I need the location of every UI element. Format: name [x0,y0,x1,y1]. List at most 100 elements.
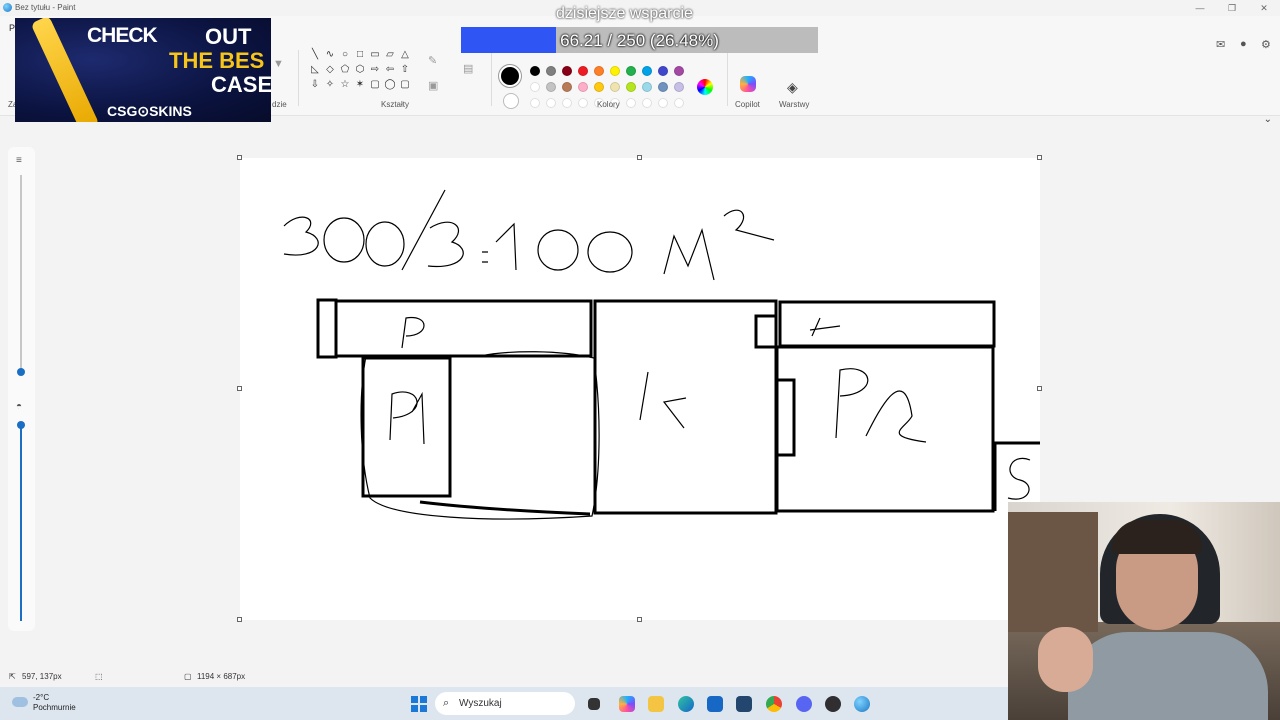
four-point-star-shape-icon[interactable]: ✧ [323,78,337,92]
palette-swatch[interactable] [594,66,604,76]
resize-handle-top-right[interactable] [1037,155,1042,160]
rounded-rectangle-shape-icon[interactable]: ▭ [368,48,382,62]
edge-icon[interactable] [678,696,694,712]
palette-swatch[interactable] [530,66,540,76]
taskbar-search[interactable]: ⌕ Wyszukaj [435,692,575,715]
start-button-icon[interactable] [411,696,427,712]
palette-swatch[interactable] [578,82,588,92]
donation-progress-text: 66.21 / 250 (26.48%) [560,31,719,50]
ribbon-separator [727,50,728,106]
palette-swatch[interactable] [658,98,668,108]
five-point-star-shape-icon[interactable]: ☆ [338,78,352,92]
resize-handle-bottom-left[interactable] [237,617,242,622]
resize-handle-top[interactable] [637,155,642,160]
callout-cloud-shape-icon[interactable]: ▢ [398,78,412,92]
file-explorer-icon[interactable] [648,696,664,712]
group-label-shapes: Kształty [381,100,410,109]
copilot-icon[interactable] [740,76,756,92]
palette-swatch[interactable] [610,66,620,76]
palette-swatch[interactable] [530,98,540,108]
diamond-shape-icon[interactable]: ◇ [323,63,337,77]
fill-bucket-icon[interactable]: ▼ [273,58,284,70]
palette-swatch[interactable] [674,82,684,92]
line-shape-icon[interactable]: ╲ [308,48,322,62]
chrome-icon[interactable] [766,696,782,712]
callout-oval-shape-icon[interactable]: ◯ [383,78,397,92]
room-p1-rect [361,356,452,498]
resize-handle-left[interactable] [237,386,242,391]
feedback-icon[interactable]: ✉ [1216,38,1225,51]
outlook-icon[interactable] [707,696,723,712]
palette-swatch[interactable] [658,82,668,92]
palette-swatch[interactable] [674,66,684,76]
shape-size-icon[interactable]: ▤ [463,62,473,75]
palette-swatch[interactable] [562,82,572,92]
minimize-button[interactable]: — [1184,0,1216,16]
palette-swatch[interactable] [610,82,620,92]
close-button[interactable]: ✕ [1248,0,1280,16]
palette-swatch[interactable] [594,82,604,92]
brush-size-slider-thumb[interactable] [17,368,25,376]
hexagon-shape-icon[interactable]: ⬡ [353,63,367,77]
palette-swatch[interactable] [642,82,652,92]
account-icon[interactable]: ● [1240,38,1247,50]
window-title: Bez tytułu - Paint [15,3,76,12]
ribbon-collapse-chevron-icon[interactable]: ⌄ [1264,114,1272,125]
arrow-down-shape-icon[interactable]: ⇩ [308,78,322,92]
maximize-button[interactable]: ❐ [1216,0,1248,16]
oval-shape-icon[interactable]: ○ [338,48,352,62]
palette-swatch[interactable] [674,98,684,108]
curve-shape-icon[interactable]: ∿ [323,48,337,62]
polygon-shape-icon[interactable]: ▱ [383,48,397,62]
paint-taskbar-icon[interactable] [854,696,870,712]
secondary-color-swatch[interactable] [503,93,519,109]
sponsor-ad-banner[interactable]: CHECK OUT THE BES CASE CSG⊙SKINS [15,18,271,122]
pentagon-shape-icon[interactable]: ⬠ [338,63,352,77]
store-icon[interactable] [736,696,752,712]
palette-swatch[interactable] [642,66,652,76]
palette-swatch[interactable] [546,66,556,76]
arrow-left-shape-icon[interactable]: ⇦ [383,63,397,77]
cursor-icon: ⇱ [9,672,16,681]
outline-icon[interactable]: ✎ [428,54,437,67]
brush-size-slider-track[interactable] [20,175,22,371]
palette-swatch[interactable] [578,66,588,76]
arrow-right-shape-icon[interactable]: ⇨ [368,63,382,77]
palette-swatch[interactable] [626,66,636,76]
palette-swatch[interactable] [546,82,556,92]
label-k-drawing [639,371,687,429]
palette-swatch[interactable] [562,66,572,76]
obs-icon[interactable] [825,696,841,712]
palette-swatch[interactable] [546,98,556,108]
palette-swatch[interactable] [626,98,636,108]
opacity-slider-thumb[interactable] [17,421,25,429]
arrow-up-shape-icon[interactable]: ⇧ [398,63,412,77]
palette-swatch[interactable] [642,98,652,108]
drawing-canvas[interactable] [240,158,1040,620]
palette-swatch[interactable] [562,98,572,108]
copilot-taskbar-icon[interactable] [619,696,635,712]
donation-goal-title: dzisiejsze wsparcie [556,5,693,22]
hand [1038,627,1093,692]
rectangle-shape-icon[interactable]: □ [353,48,367,62]
ad-line-out: OUT [205,24,252,49]
task-view-icon[interactable] [588,698,600,710]
palette-swatch[interactable] [578,98,588,108]
resize-handle-top-left[interactable] [237,155,242,160]
resize-handle-bottom[interactable] [637,617,642,622]
shape-fill-icon[interactable]: ▣ [428,79,438,92]
opacity-slider-track[interactable] [20,425,22,621]
palette-swatch[interactable] [658,66,668,76]
color-picker-wheel-icon[interactable] [697,79,713,95]
primary-color-swatch[interactable] [501,67,519,85]
callout-rect-shape-icon[interactable]: ▢ [368,78,382,92]
six-point-star-shape-icon[interactable]: ✶ [353,78,367,92]
settings-gear-icon[interactable]: ⚙ [1261,38,1271,51]
right-triangle-shape-icon[interactable]: ◺ [308,63,322,77]
palette-swatch[interactable] [626,82,636,92]
palette-swatch[interactable] [530,82,540,92]
layers-icon[interactable]: ◈ [787,79,798,96]
resize-handle-right[interactable] [1037,386,1042,391]
triangle-shape-icon[interactable]: △ [398,48,412,62]
discord-icon[interactable] [796,696,812,712]
